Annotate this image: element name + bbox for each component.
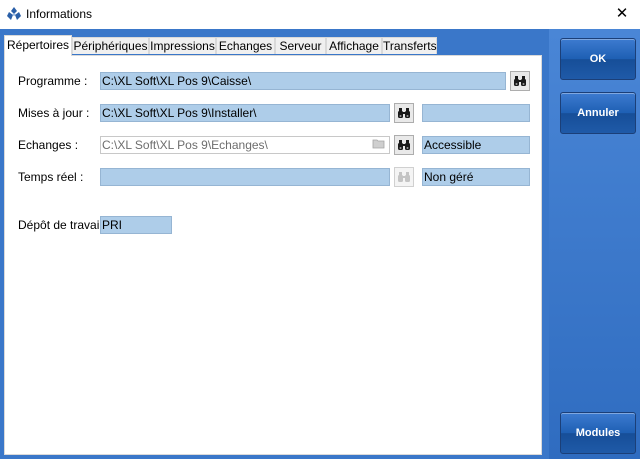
binoculars-icon xyxy=(398,108,410,118)
folder-icon xyxy=(372,139,385,149)
ok-button[interactable]: OK xyxy=(560,38,636,80)
programme-path-field[interactable]: C:\XL Soft\XL Pos 9\Caisse\ xyxy=(100,72,506,90)
binoculars-icon xyxy=(514,76,526,86)
app-logo-icon xyxy=(7,7,21,20)
title-bar: Informations ✕ xyxy=(0,0,640,29)
echanges-browse-button[interactable] xyxy=(394,135,414,155)
tab-label: Serveur xyxy=(279,39,322,53)
tab-label: Affichage xyxy=(329,39,379,53)
tab-repertoires[interactable]: Répertoires xyxy=(4,35,72,56)
tab-affichage[interactable]: Affichage xyxy=(326,37,382,54)
temps-reel-status-field: Non géré xyxy=(422,168,530,186)
annuler-button[interactable]: Annuler xyxy=(560,92,636,134)
tab-echanges[interactable]: Echanges xyxy=(216,37,275,54)
side-panel: OK Annuler Modules xyxy=(549,29,640,459)
tab-label: Périphériques xyxy=(73,39,148,53)
echanges-path-field[interactable]: C:\XL Soft\XL Pos 9\Echanges\ xyxy=(100,136,390,154)
binoculars-icon xyxy=(398,140,410,150)
mises-a-jour-label: Mises à jour : xyxy=(18,106,90,120)
programme-label: Programme : xyxy=(18,74,88,88)
tab-serveur[interactable]: Serveur xyxy=(275,37,326,54)
modules-button[interactable]: Modules xyxy=(560,412,636,454)
tab-impressions[interactable]: Impressions xyxy=(149,37,216,54)
tab-label: Impressions xyxy=(150,39,215,53)
tab-label: Répertoires xyxy=(6,38,70,52)
tab-label: Transferts xyxy=(383,39,437,53)
binoculars-icon xyxy=(398,172,410,182)
temps-reel-path-field[interactable] xyxy=(100,168,390,186)
mises-a-jour-path-field[interactable]: C:\XL Soft\XL Pos 9\Installer\ xyxy=(100,104,390,122)
tab-transferts[interactable]: Transferts xyxy=(382,37,437,54)
close-icon: ✕ xyxy=(615,5,629,22)
echanges-label: Echanges : xyxy=(18,138,79,152)
echanges-folder-button[interactable] xyxy=(370,136,390,154)
temps-reel-browse-button[interactable] xyxy=(394,167,414,187)
close-button[interactable]: ✕ xyxy=(604,0,640,29)
echanges-status-field: Accessible xyxy=(422,136,530,154)
mises-a-jour-status-field xyxy=(422,104,530,122)
window-title: Informations xyxy=(26,7,93,21)
temps-reel-label: Temps réel : xyxy=(18,170,84,184)
depot-field[interactable]: PRI xyxy=(100,216,172,234)
tab-peripheriques[interactable]: Périphériques xyxy=(72,37,149,54)
tab-label: Echanges xyxy=(218,39,273,53)
mises-a-jour-browse-button[interactable] xyxy=(394,103,414,123)
programme-browse-button[interactable] xyxy=(510,71,530,91)
depot-label: Dépôt de travail : xyxy=(18,218,109,232)
